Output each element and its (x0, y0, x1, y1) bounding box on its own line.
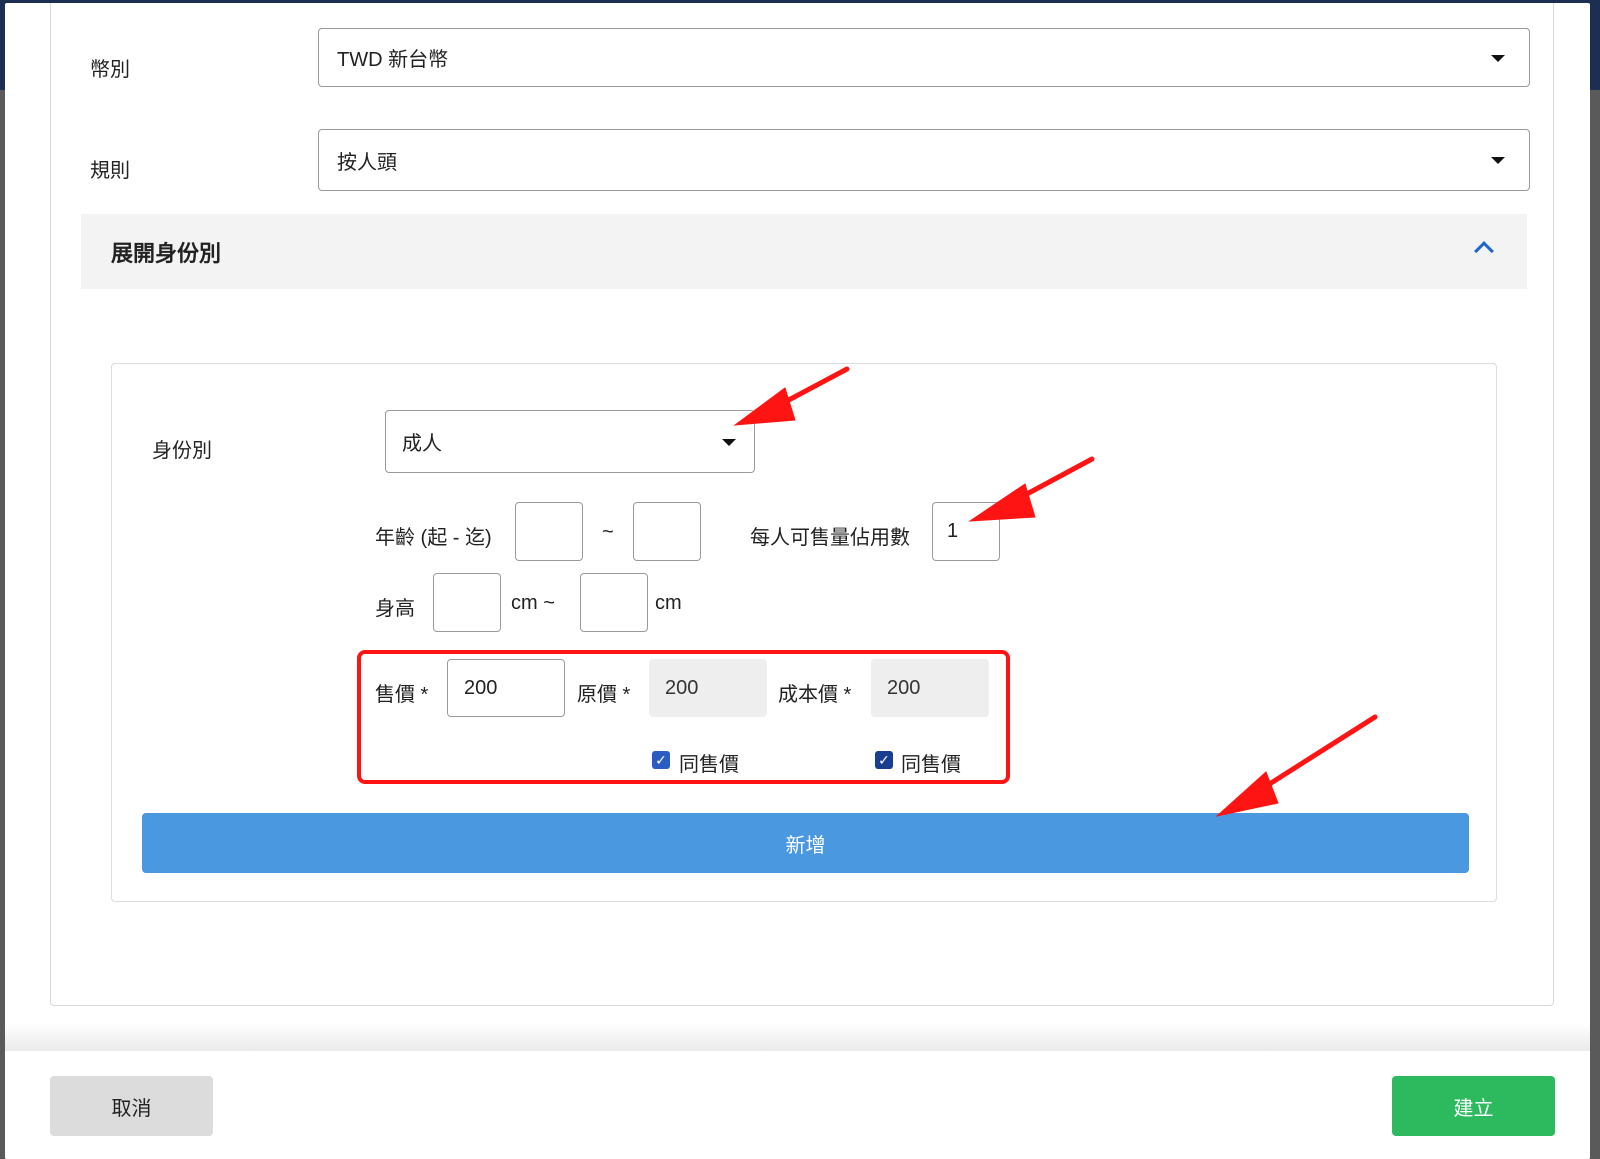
modal-footer: 取消 建立 (5, 1051, 1590, 1159)
section-title: 展開身份別 (111, 240, 222, 266)
currency-select[interactable]: TWD 新台幣 (318, 28, 1530, 87)
chevron-up-icon[interactable] (1474, 241, 1494, 261)
identity-section-toggle[interactable]: 展開身份別 (81, 214, 1527, 289)
age-label: 年齡 (起 - 迄) (375, 527, 492, 549)
identity-type-value: 成人 (402, 433, 442, 455)
height-label: 身高 (375, 598, 415, 620)
quota-label: 每人可售量佔用數 (750, 527, 910, 549)
chevron-down-icon (1491, 55, 1505, 62)
annotation-highlight-box (357, 650, 1010, 784)
currency-select-value: TWD 新台幣 (337, 49, 449, 71)
identity-type-label: 身份別 (152, 440, 212, 462)
rule-label: 規則 (90, 160, 130, 182)
footer-divider (5, 1023, 1590, 1053)
age-to-input[interactable] (633, 502, 701, 561)
age-from-input[interactable] (515, 502, 583, 561)
quota-value: 1 (947, 520, 959, 542)
currency-label: 幣別 (90, 59, 130, 81)
identity-type-select[interactable]: 成人 (385, 410, 755, 473)
age-separator: ~ (602, 521, 614, 543)
add-identity-button[interactable]: 新增 (142, 813, 1469, 873)
create-button[interactable]: 建立 (1392, 1076, 1555, 1136)
modal-dialog: 幣別 TWD 新台幣 規則 按人頭 展開身份別 身份別 成人 年齡 (起 - 迄… (5, 3, 1590, 1159)
height-unit: cm (655, 592, 682, 614)
chevron-down-icon (1491, 157, 1505, 164)
chevron-down-icon (722, 439, 736, 446)
height-from-input[interactable] (433, 573, 501, 632)
quota-input[interactable]: 1 (932, 502, 1000, 561)
cancel-button[interactable]: 取消 (50, 1076, 213, 1136)
height-unit-range: cm ~ (511, 592, 555, 614)
height-to-input[interactable] (580, 573, 648, 632)
rule-select[interactable]: 按人頭 (318, 129, 1530, 191)
rule-select-value: 按人頭 (337, 151, 397, 174)
